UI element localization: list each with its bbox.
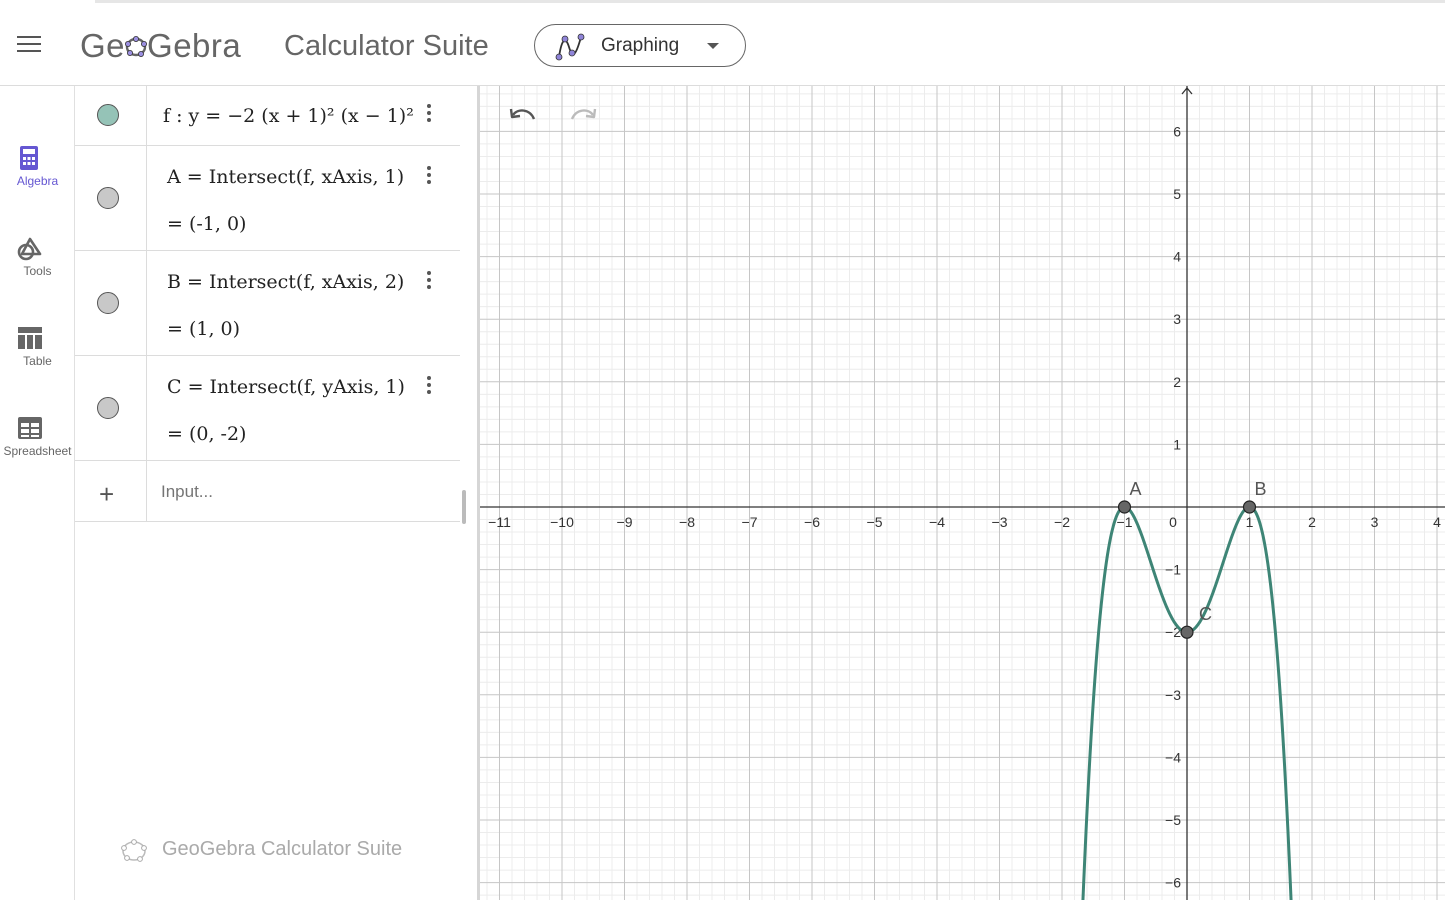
x-tick-label: −11 bbox=[488, 514, 511, 530]
nav-label-table: Table bbox=[23, 354, 52, 368]
visibility-toggle-B[interactable] bbox=[97, 292, 119, 314]
app-switcher-dropdown[interactable]: Graphing bbox=[534, 24, 746, 67]
nav-label-algebra: Algebra bbox=[16, 174, 59, 188]
spreadsheet-icon bbox=[18, 417, 42, 439]
graphing-icon bbox=[555, 33, 585, 61]
x-tick-label: −1 bbox=[1117, 514, 1133, 530]
plus-icon[interactable]: + bbox=[99, 479, 114, 510]
graphics-view[interactable]: −11 −10 −9 −8 −7 −6 −5 −4 −3 −2 −1 0 1 2 3 4 −6 −5 −4 −3 −2−… bbox=[480, 86, 1445, 900]
y-tick-label: −3 bbox=[1165, 687, 1181, 703]
output-A: = (-1, 0) bbox=[167, 213, 247, 235]
y-tick-label: 1 bbox=[1173, 436, 1181, 452]
nav-item-algebra[interactable]: Algebra bbox=[0, 126, 75, 196]
y-tick-label: 6 bbox=[1173, 123, 1181, 139]
nav-item-spreadsheet[interactable]: Spreadsheet bbox=[0, 396, 75, 466]
y-tick-label: 5 bbox=[1173, 186, 1181, 202]
output-B: = (1, 0) bbox=[167, 318, 241, 340]
panel-resize-handle[interactable] bbox=[462, 490, 466, 524]
x-tick-label: −7 bbox=[742, 514, 758, 530]
formula-f[interactable]: f : y = −2 (x + 1)² (x − 1)² bbox=[163, 105, 414, 127]
marble-column bbox=[75, 251, 147, 355]
algebra-row-A[interactable]: A = Intersect(f, xAxis, 1) = (-1, 0) bbox=[75, 146, 460, 251]
logo-text-end: Gebra bbox=[147, 27, 242, 64]
point-A[interactable] bbox=[1117, 500, 1132, 514]
x-tick-label: −9 bbox=[617, 514, 633, 530]
table-icon bbox=[18, 327, 42, 349]
sidebar: Algebra Tools Table Spreadsheet bbox=[0, 86, 75, 900]
marble-column bbox=[75, 356, 147, 460]
point-B[interactable] bbox=[1242, 500, 1257, 514]
y-tick-label: −1 bbox=[1165, 562, 1181, 578]
y-tick-label: 2 bbox=[1173, 374, 1181, 390]
nav-label-spreadsheet: Spreadsheet bbox=[3, 444, 72, 458]
visibility-toggle-A[interactable] bbox=[97, 187, 119, 209]
y-tick-label: 3 bbox=[1173, 311, 1181, 327]
nav-item-table[interactable]: Table bbox=[0, 306, 75, 376]
x-tick-label: −8 bbox=[679, 514, 695, 530]
y-tick-label: −5 bbox=[1165, 812, 1181, 828]
point-C[interactable] bbox=[1180, 625, 1194, 639]
x-tick-label: 0 bbox=[1169, 514, 1177, 530]
more-options-icon[interactable] bbox=[422, 104, 436, 128]
formula-B[interactable]: B = Intersect(f, xAxis, 2) bbox=[167, 271, 404, 293]
point-label-C: C bbox=[1199, 604, 1212, 624]
algebra-input[interactable] bbox=[159, 481, 453, 503]
point-label-B: B bbox=[1255, 479, 1267, 499]
x-tick-label: 3 bbox=[1371, 514, 1379, 530]
y-tick-label: −4 bbox=[1165, 749, 1181, 765]
marble-column bbox=[75, 146, 147, 250]
x-tick-label: 1 bbox=[1246, 514, 1254, 530]
geogebra-ring-icon bbox=[121, 839, 147, 862]
algebra-input-row[interactable]: + bbox=[75, 461, 460, 522]
more-options-icon[interactable] bbox=[422, 166, 436, 190]
y-tick-label: 4 bbox=[1173, 249, 1181, 265]
x-tick-label: −6 bbox=[804, 514, 820, 530]
x-tick-label: −5 bbox=[867, 514, 883, 530]
formula-C[interactable]: C = Intersect(f, yAxis, 1) bbox=[167, 376, 405, 398]
more-options-icon[interactable] bbox=[422, 271, 436, 295]
x-tick-label: −3 bbox=[992, 514, 1008, 530]
calculator-icon bbox=[20, 146, 38, 170]
tools-icon bbox=[17, 237, 42, 261]
marble-column: + bbox=[75, 461, 147, 521]
algebra-row-f[interactable]: f : y = −2 (x + 1)² (x − 1)² bbox=[75, 86, 460, 146]
intersection-points[interactable]: A B C bbox=[1117, 479, 1267, 639]
algebra-row-B[interactable]: B = Intersect(f, xAxis, 2) = (1, 0) bbox=[75, 251, 460, 356]
output-C: = (0, -2) bbox=[167, 423, 247, 445]
x-tick-label: −10 bbox=[550, 514, 574, 530]
x-tick-label: −2 bbox=[1054, 514, 1070, 530]
logo-ring-icon bbox=[125, 28, 148, 57]
marble-column bbox=[75, 86, 147, 145]
undo-icon[interactable] bbox=[508, 106, 538, 130]
app-switcher-label: Graphing bbox=[601, 35, 680, 56]
algebra-row-C[interactable]: C = Intersect(f, yAxis, 1) = (0, -2) bbox=[75, 356, 460, 461]
visibility-toggle-C[interactable] bbox=[97, 397, 119, 419]
watermark-text: GeoGebra Calculator Suite bbox=[162, 838, 403, 860]
app-header: Ge Gebra Calculator Suite Graphing bbox=[0, 0, 1445, 86]
geogebra-logo: Ge Gebra bbox=[80, 27, 241, 65]
x-tick-label: −4 bbox=[929, 514, 945, 530]
visibility-toggle-f[interactable] bbox=[97, 104, 119, 126]
logo-text-start: Ge bbox=[80, 27, 126, 64]
y-tick-label: −6 bbox=[1165, 875, 1181, 891]
chevron-down-icon bbox=[707, 43, 719, 49]
redo-icon[interactable] bbox=[568, 106, 598, 130]
x-tick-label: 2 bbox=[1308, 514, 1316, 530]
nav-label-tools: Tools bbox=[23, 264, 52, 278]
nav-item-tools[interactable]: Tools bbox=[0, 216, 75, 286]
x-tick-label: 4 bbox=[1433, 514, 1441, 530]
point-label-A: A bbox=[1130, 479, 1142, 499]
hamburger-menu-icon[interactable] bbox=[17, 36, 41, 54]
suite-title: Calculator Suite bbox=[284, 30, 489, 62]
more-options-icon[interactable] bbox=[422, 376, 436, 400]
watermark: GeoGebra Calculator Suite bbox=[120, 837, 402, 869]
algebra-view: f : y = −2 (x + 1)² (x − 1)² A = Interse… bbox=[75, 86, 460, 900]
formula-A[interactable]: A = Intersect(f, xAxis, 1) bbox=[167, 166, 404, 188]
graph-canvas[interactable]: −11 −10 −9 −8 −7 −6 −5 −4 −3 −2 −1 0 1 2 3 4−6−5−4−3−2−… bbox=[480, 86, 1445, 900]
